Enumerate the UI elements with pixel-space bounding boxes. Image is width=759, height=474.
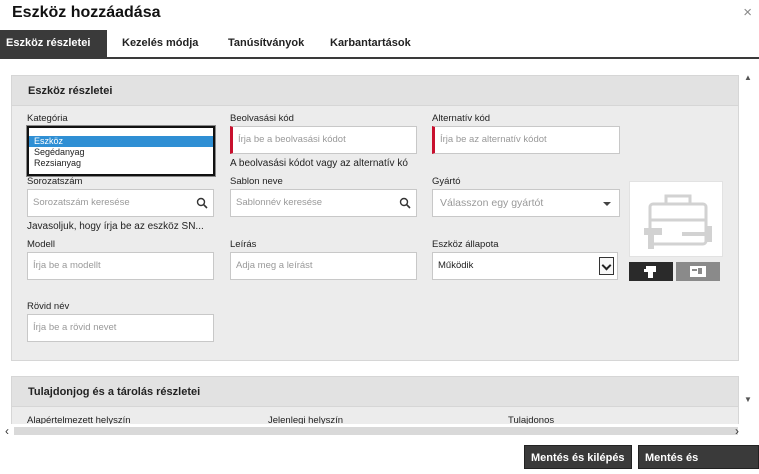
short-name-label: Rövid név xyxy=(27,301,70,312)
scroll-right-icon[interactable]: › xyxy=(735,424,739,438)
scan-code-hint: A beolvasási kódot vagy az alternatív kó xyxy=(230,158,408,169)
owner-label: Tulajdonos xyxy=(508,415,555,424)
tab-handling-mode[interactable]: Kezelés módja xyxy=(116,30,204,57)
serial-label: Sorozatszám xyxy=(27,176,83,187)
template-label: Sablon neve xyxy=(230,176,283,187)
model-input[interactable]: Írja be a modellt xyxy=(27,252,214,280)
template-search-placeholder: Sablonnév keresése xyxy=(236,197,323,208)
category-listbox[interactable]: Eszköz Segédanyag Rezsianyag xyxy=(27,126,215,176)
category-option-asset[interactable]: Eszköz xyxy=(29,136,213,147)
dialog-footer: Mentés és kilépés Mentés és következő xyxy=(0,438,759,474)
save-and-exit-button[interactable]: Mentés és kilépés xyxy=(524,445,632,469)
alt-code-input[interactable]: Írja be az alternatív kódot xyxy=(432,126,620,154)
category-option-overhead[interactable]: Rezsianyag xyxy=(29,158,213,169)
serial-hint: Javasoljuk, hogy írja be az eszköz SN... xyxy=(27,221,204,232)
tab-certificates[interactable]: Tanúsítványok xyxy=(222,30,310,57)
scroll-down-icon[interactable]: ▼ xyxy=(744,395,752,404)
scan-code-label: Beolvasási kód xyxy=(230,113,294,124)
horizontal-scroll-track[interactable] xyxy=(14,427,738,435)
chevron-down-icon xyxy=(603,202,611,206)
upload-tool-image-icon xyxy=(644,266,656,278)
id-card-button[interactable] xyxy=(676,262,720,281)
toolbox-with-tools-icon xyxy=(644,194,712,249)
asset-image-placeholder xyxy=(629,181,723,257)
section-header-asset-details: Eszköz részletei xyxy=(12,76,738,106)
section-header-ownership: Tulajdonjog és a tárolás részletei xyxy=(12,377,738,407)
upload-tool-image-button[interactable] xyxy=(629,262,673,281)
tab-asset-details[interactable]: Eszköz részletei xyxy=(0,30,107,57)
scroll-up-icon[interactable]: ▲ xyxy=(744,73,752,82)
tab-bar: Eszköz részletei Kezelés módja Tanúsítvá… xyxy=(0,30,759,57)
template-search-input[interactable]: Sablonnév keresése xyxy=(230,189,417,217)
short-name-input[interactable]: Írja be a rövid nevet xyxy=(27,314,214,342)
current-location-label: Jelenlegi helyszín xyxy=(268,415,343,424)
title-bar: Eszköz hozzáadása × xyxy=(0,0,759,30)
serial-search-placeholder: Sorozatszám keresése xyxy=(33,197,130,208)
model-label: Modell xyxy=(27,239,55,250)
close-icon[interactable]: × xyxy=(743,4,752,21)
id-card-icon xyxy=(690,266,706,277)
scan-code-input[interactable]: Írja be a beolvasási kódot xyxy=(230,126,417,154)
manufacturer-select[interactable]: Válasszon egy gyártót xyxy=(432,189,620,217)
tab-maintenance[interactable]: Karbantartások xyxy=(324,30,417,57)
manufacturer-placeholder: Válasszon egy gyártót xyxy=(440,197,544,209)
chevron-down-icon[interactable] xyxy=(599,257,614,275)
alt-code-label: Alternatív kód xyxy=(432,113,491,124)
horizontal-scrollbar[interactable]: ‹ › xyxy=(0,424,759,438)
description-label: Leírás xyxy=(230,239,257,250)
category-label: Kategória xyxy=(27,113,68,124)
save-and-next-button[interactable]: Mentés és következő xyxy=(638,445,759,469)
serial-search-input[interactable]: Sorozatszám keresése xyxy=(27,189,214,217)
status-value: Működik xyxy=(438,260,474,271)
status-label: Eszköz állapota xyxy=(432,239,499,250)
search-icon[interactable] xyxy=(399,197,411,209)
dialog-title: Eszköz hozzáadása xyxy=(12,4,161,21)
search-icon[interactable] xyxy=(196,197,208,209)
category-option-consumable[interactable]: Segédanyag xyxy=(29,147,213,158)
default-location-label: Alapértelmezett helyszín xyxy=(27,415,131,424)
status-select[interactable]: Működik xyxy=(432,252,618,280)
vertical-scrollbar[interactable]: ▲ ▼ xyxy=(740,59,759,424)
scroll-left-icon[interactable]: ‹ xyxy=(5,424,9,438)
description-input[interactable]: Adja meg a leírást xyxy=(230,252,417,280)
manufacturer-label: Gyártó xyxy=(432,176,461,187)
